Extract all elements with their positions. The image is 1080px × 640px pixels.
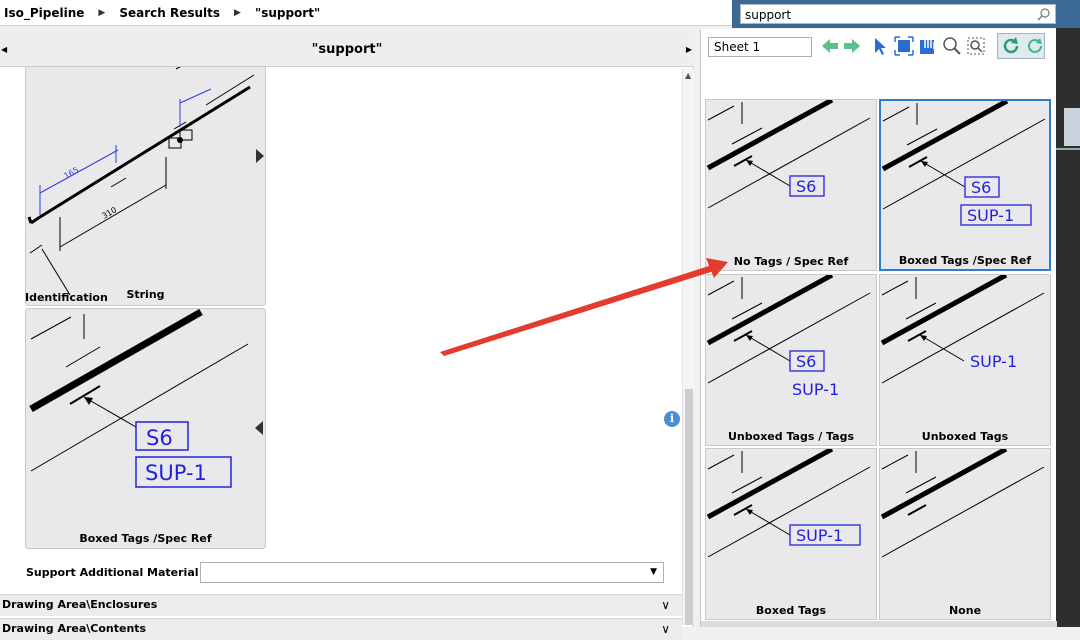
- option-caption: None: [948, 604, 982, 617]
- window-frame-right: [1056, 28, 1080, 627]
- forward-arrow-icon[interactable]: [841, 35, 863, 57]
- panel-header: ◀ "support" ▶: [0, 29, 694, 67]
- tag-style-drawing: S6: [706, 100, 871, 209]
- properties-panel: ◀ "support" ▶ 165 310 String Identificat…: [0, 29, 694, 640]
- background-window-divider: [1056, 148, 1080, 150]
- tag-style-option[interactable]: S6 SUP-1 Boxed Tags /Spec Ref: [879, 99, 1051, 271]
- string-isometric-drawing: 165 310: [27, 67, 255, 296]
- tag-style-option[interactable]: SUP-1 Unboxed Tags: [879, 274, 1051, 446]
- card-caption: Boxed Tags /Spec Ref: [79, 532, 212, 545]
- tag-secondary: SUP-1: [145, 461, 207, 485]
- info-icon[interactable]: i: [664, 411, 680, 427]
- search-input-value: support: [745, 8, 792, 22]
- tag-style-drawing: SUP-1: [880, 275, 1045, 384]
- tag-secondary: SUP-1: [967, 206, 1014, 225]
- tag-style-drawing: [880, 449, 1045, 558]
- collapse-left-icon[interactable]: ◀: [1, 29, 7, 71]
- tag-primary: S6: [796, 352, 816, 371]
- sheet-selector[interactable]: Sheet 1: [708, 37, 812, 57]
- option-caption: Boxed Tags: [755, 604, 827, 617]
- tag-primary: S6: [971, 178, 991, 197]
- option-caption: Boxed Tags /Spec Ref: [898, 254, 1032, 267]
- next-arrow-icon[interactable]: [256, 149, 264, 163]
- breadcrumb: Iso_Pipeline ▶ Search Results ▶ "support…: [0, 0, 732, 26]
- tag-style-option[interactable]: None: [879, 448, 1051, 620]
- chevron-down-icon: ∨: [661, 598, 670, 612]
- section-drawing-area-contents[interactable]: Drawing Area\Contents ∨: [0, 618, 682, 640]
- preview-picker-panel: Sheet 1 S6 No Tags / Spec Ref S6 SUP-1 Boxed…: [700, 29, 1057, 627]
- back-arrow-icon[interactable]: [819, 35, 841, 57]
- search-icon[interactable]: [1037, 7, 1051, 21]
- option-caption: Unboxed Tags: [921, 430, 1009, 443]
- option-caption: No Tags / Spec Ref: [733, 255, 849, 268]
- tag-style-option[interactable]: S6 SUP-1 Unboxed Tags / Tags: [705, 274, 877, 446]
- section-label: Drawing Area\Contents: [2, 622, 147, 635]
- select-pointer-icon[interactable]: [869, 35, 891, 57]
- tag-primary: SUP-1: [970, 352, 1017, 371]
- breadcrumb-item-query[interactable]: "support": [255, 6, 320, 20]
- option-caption: Unboxed Tags / Tags: [728, 430, 854, 443]
- dimension-label-short: 165: [63, 165, 81, 180]
- chevron-down-icon: ∨: [661, 622, 670, 636]
- expand-right-icon[interactable]: ▶: [686, 29, 692, 71]
- tag-style-drawing: S6 SUP-1: [706, 275, 871, 399]
- tag-style-drawing: S6 SUP-1: [881, 101, 1046, 226]
- section-drawing-area-enclosures[interactable]: Drawing Area\Enclosures ∨: [0, 594, 682, 616]
- breadcrumb-item-search-results[interactable]: Search Results: [119, 6, 220, 20]
- zoom-window-icon[interactable]: [965, 35, 987, 57]
- zoom-icon[interactable]: [941, 35, 963, 57]
- string-preview-card[interactable]: 165 310 String: [25, 66, 266, 306]
- tag-primary: S6: [796, 177, 816, 196]
- grid-scroll-area: [701, 621, 1057, 627]
- search-input[interactable]: support: [740, 4, 1056, 24]
- section-label: Drawing Area\Enclosures: [2, 598, 158, 611]
- previous-arrow-icon[interactable]: [255, 421, 263, 435]
- scroll-up-icon[interactable]: ▲: [685, 71, 691, 80]
- scrollbar-thumb[interactable]: [685, 389, 693, 625]
- identification-drawing: S6 SUP-1: [29, 309, 249, 488]
- support-additional-material-label: Support Additional Material: [26, 566, 199, 579]
- breadcrumb-item-project[interactable]: Iso_Pipeline: [4, 6, 84, 20]
- identification-label: Identification: [25, 291, 108, 304]
- fit-view-icon[interactable]: [893, 35, 915, 57]
- tag-style-drawing: SUP-1: [706, 449, 871, 558]
- chevron-down-icon: ▼: [650, 567, 657, 577]
- tag-primary: SUP-1: [796, 526, 843, 545]
- identification-preview-card[interactable]: S6 SUP-1 Boxed Tags /Spec Ref: [25, 308, 266, 549]
- background-window-strip: [1064, 108, 1080, 146]
- reload-icon[interactable]: [1024, 35, 1046, 57]
- chevron-right-icon: ▶: [234, 7, 241, 18]
- vertical-scrollbar[interactable]: ▲: [682, 69, 694, 625]
- tag-style-option[interactable]: S6 No Tags / Spec Ref: [705, 99, 877, 271]
- chevron-right-icon: ▶: [98, 7, 106, 18]
- tag-style-option[interactable]: SUP-1 Boxed Tags: [705, 448, 877, 620]
- tag-primary: S6: [146, 426, 173, 450]
- refresh-icon[interactable]: [1000, 35, 1022, 57]
- pan-hand-icon[interactable]: [917, 35, 939, 57]
- panel-title: "support": [311, 42, 383, 57]
- support-additional-material-select[interactable]: ▼: [200, 562, 664, 583]
- tag-secondary: SUP-1: [792, 380, 839, 399]
